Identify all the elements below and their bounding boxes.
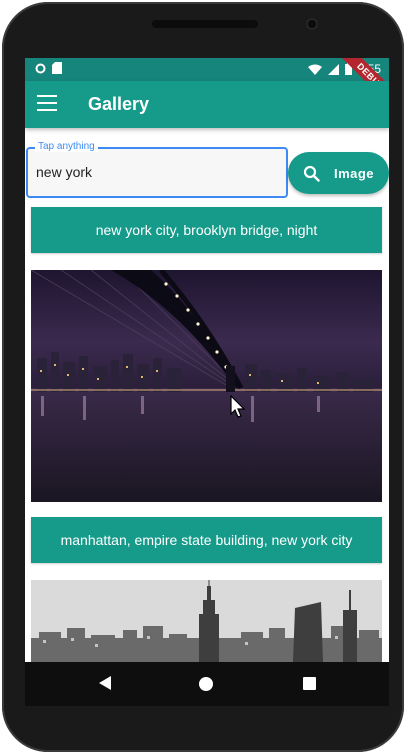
signal-icon [327, 63, 339, 75]
mouse-cursor [230, 395, 246, 418]
search-field-label: Tap anything [35, 141, 98, 152]
image-button-label: Image [333, 165, 375, 181]
result-tags[interactable]: manhattan, empire state building, new yo… [31, 517, 382, 563]
menu-icon[interactable] [37, 95, 57, 113]
front-camera [306, 18, 318, 30]
sim-card-icon [52, 62, 62, 74]
app-title: Gallery [88, 94, 150, 114]
image-search-button[interactable]: Image [288, 152, 389, 194]
result-tags[interactable]: new york city, brooklyn bridge, night [31, 207, 382, 253]
wifi-icon [307, 64, 322, 75]
home-icon[interactable] [199, 677, 213, 691]
search-field[interactable]: Tap anything [26, 141, 288, 198]
system-nav-bar [25, 662, 389, 706]
search-icon [303, 165, 320, 182]
search-input[interactable] [36, 164, 276, 180]
back-icon[interactable] [99, 676, 111, 690]
recent-apps-icon[interactable] [303, 677, 316, 690]
app-bar: Gallery [25, 81, 389, 128]
circle-icon [35, 63, 46, 73]
manhattan-skyline-bw-photo[interactable] [31, 580, 382, 662]
status-bar: 3:55 DEBUG [25, 58, 389, 111]
brooklyn-bridge-night-photo[interactable] [31, 270, 382, 502]
speaker-grille [152, 20, 258, 28]
app-screen: 3:55 DEBUG Gallery Tap anything Image ne… [25, 58, 389, 662]
